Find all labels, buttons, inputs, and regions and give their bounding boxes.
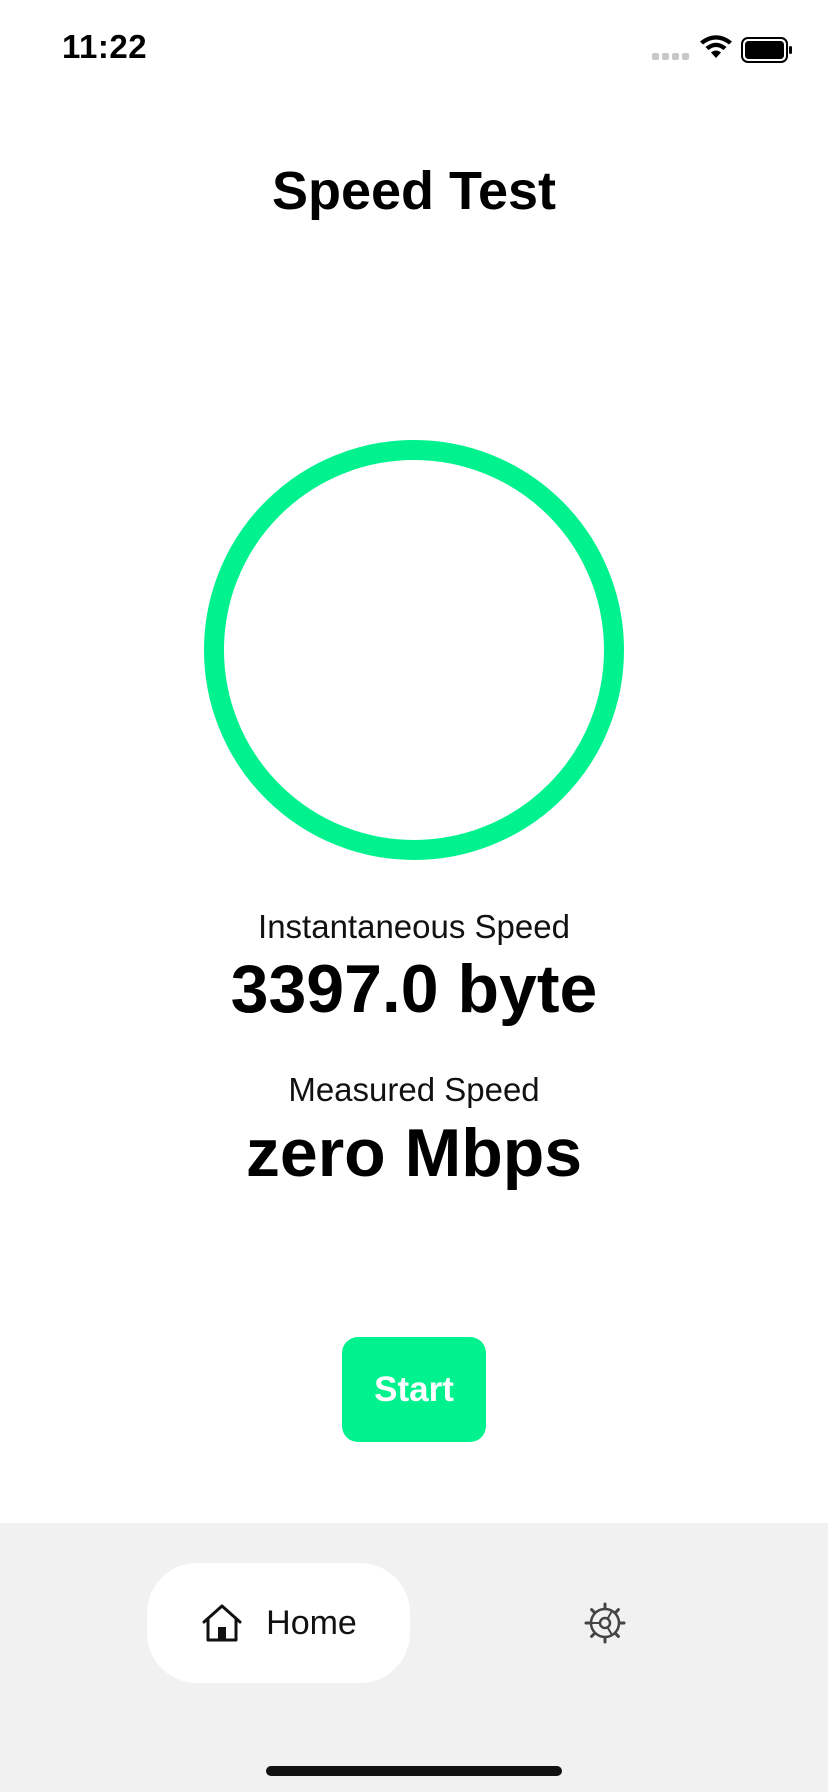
tab-bar: Home [0, 1523, 828, 1792]
speed-gauge-ring [204, 440, 624, 860]
tab-home-label: Home [266, 1603, 357, 1642]
status-time: 11:22 [62, 28, 148, 65]
instantaneous-speed-label: Instantaneous Speed [258, 908, 570, 945]
house-icon [202, 1604, 242, 1642]
tab-home[interactable]: Home [147, 1563, 410, 1683]
home-indicator [266, 1766, 562, 1776]
battery-icon [741, 37, 792, 63]
start-button[interactable]: Start [342, 1337, 486, 1442]
page-title: Speed Test [271, 161, 557, 221]
instantaneous-speed-value: 3397.0 byte [230, 951, 598, 1027]
gear-icon[interactable] [584, 1602, 626, 1644]
wifi-icon [700, 35, 732, 58]
measured-speed-value: zero Mbps [245, 1115, 583, 1191]
measured-speed-label: Measured Speed [288, 1071, 540, 1108]
cellular-signal-icon [652, 53, 689, 60]
status-bar: 11:22 [0, 0, 828, 100]
